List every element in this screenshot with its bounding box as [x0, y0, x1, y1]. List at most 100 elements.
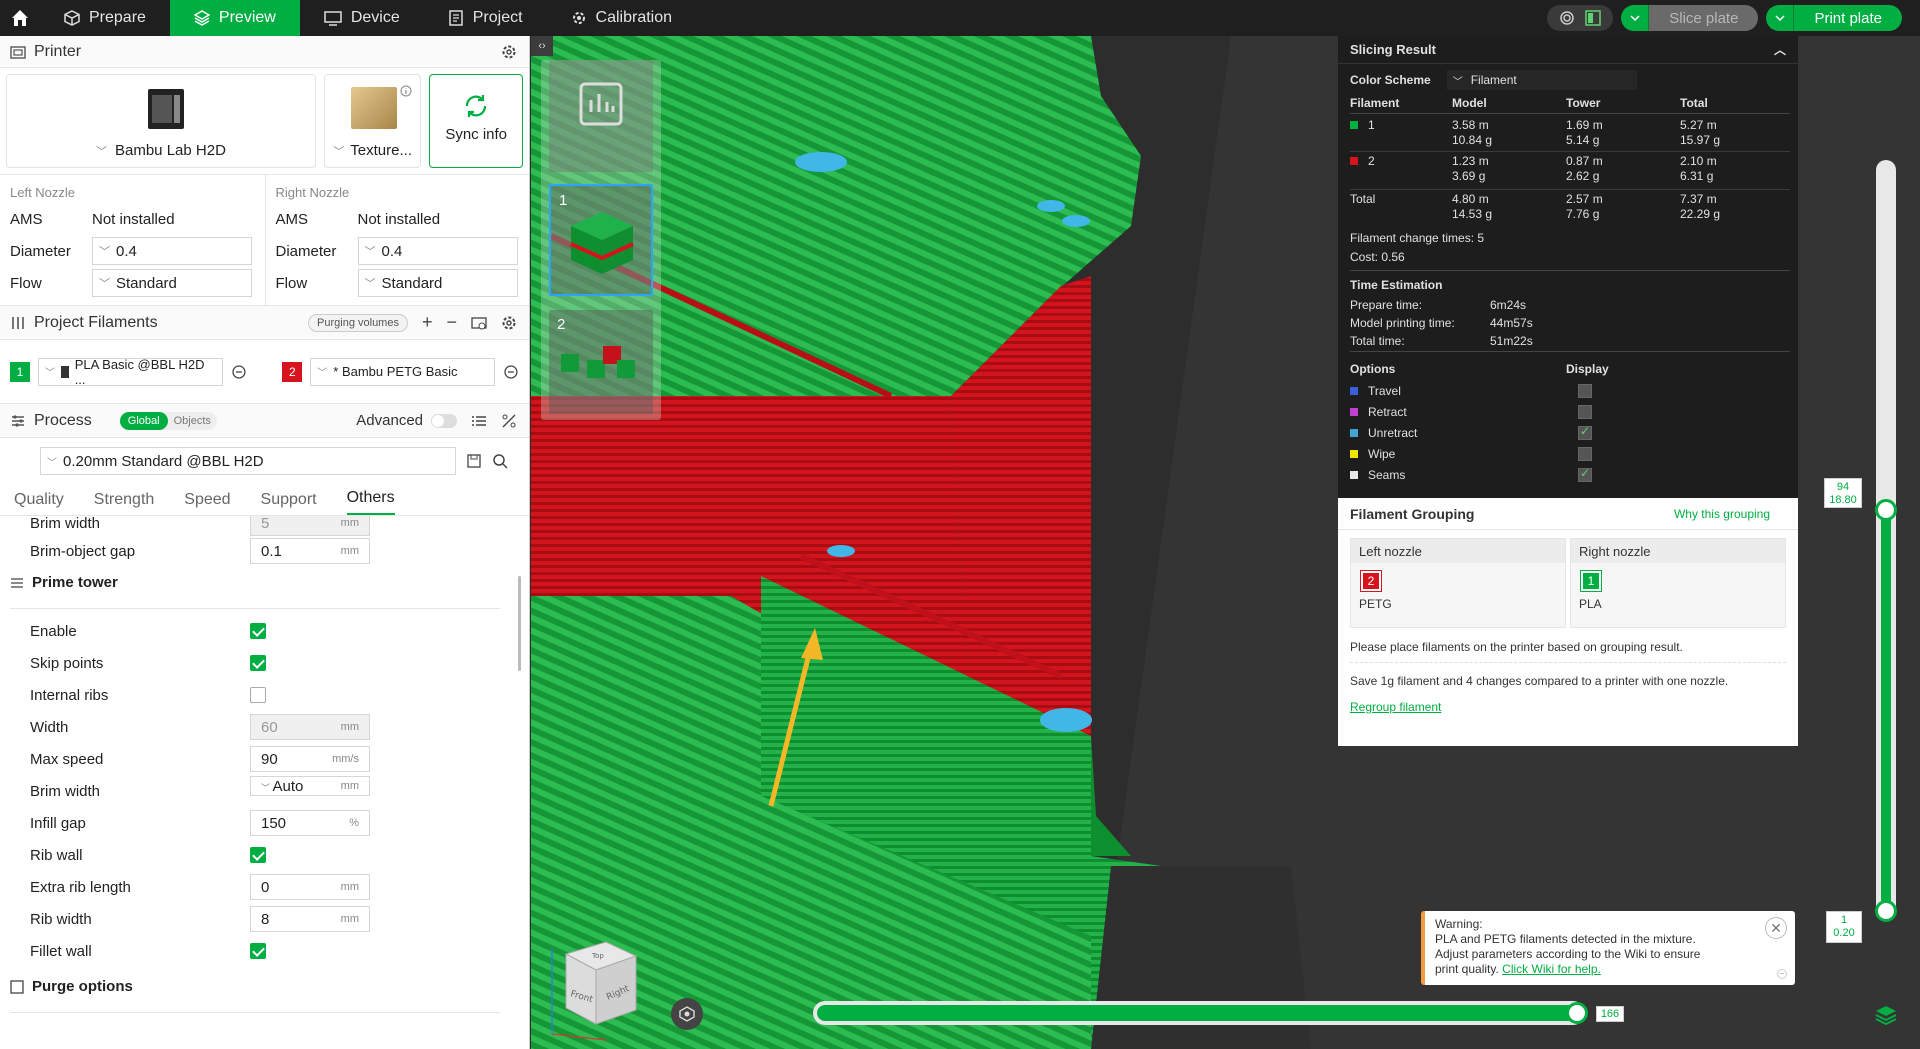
- chevron-down-icon[interactable]: [1621, 5, 1650, 31]
- tab-project[interactable]: Project: [424, 0, 547, 36]
- global-toggle[interactable]: Global: [119, 411, 168, 430]
- purging-volumes-button[interactable]: Purging volumes: [308, 313, 408, 332]
- enable-checkbox[interactable]: [250, 623, 266, 639]
- sync-ams-icon[interactable]: [471, 315, 487, 331]
- move-progress-handle[interactable]: [1566, 1002, 1588, 1024]
- printer-select-card[interactable]: ﹀ Bambu Lab H2D: [6, 74, 316, 168]
- list-icon[interactable]: [471, 413, 487, 429]
- extra-rib-length-input[interactable]: 0 mm: [250, 874, 370, 900]
- layers-toggle-icon[interactable]: [1874, 1003, 1898, 1027]
- tab-preview[interactable]: Preview: [169, 0, 300, 36]
- left-flow-select[interactable]: ﹀ Standard: [92, 269, 252, 297]
- move-progress-slider[interactable]: [817, 1005, 1579, 1021]
- printer-image-icon: [148, 89, 184, 129]
- tab-strength[interactable]: Strength: [94, 491, 154, 515]
- filament-2-options-icon[interactable]: [503, 364, 519, 380]
- unit-label: mm: [340, 780, 359, 792]
- row-1-tower-weight: 5.14 g: [1566, 133, 1600, 147]
- brim-width-select[interactable]: ﹀ Auto mm: [250, 776, 370, 796]
- tab-prepare[interactable]: Prepare: [40, 0, 170, 36]
- seams-checkbox[interactable]: [1578, 466, 1592, 482]
- add-icon[interactable]: +: [422, 312, 433, 333]
- tab-support[interactable]: Support: [261, 491, 317, 515]
- tab-quality[interactable]: Quality: [14, 491, 64, 515]
- tab-device[interactable]: Device: [300, 0, 424, 36]
- travel-checkbox[interactable]: [1578, 384, 1592, 398]
- fillet-wall-checkbox[interactable]: [250, 943, 266, 959]
- minimize-icon[interactable]: −: [1777, 969, 1787, 979]
- sync-info-button[interactable]: Sync info: [429, 74, 523, 168]
- right-nozzle-title: Right Nozzle: [275, 184, 350, 200]
- settings-icon[interactable]: [501, 315, 517, 331]
- scrollbar[interactable]: [518, 576, 521, 671]
- bottom-layer-height: 0.20: [1833, 927, 1855, 939]
- brim-object-gap-label: Brim-object gap: [30, 542, 136, 560]
- plate-select-card[interactable]: ﹀ Texture...: [323, 74, 422, 168]
- layer-range-slider[interactable]: [1881, 510, 1891, 910]
- unit-label: mm: [340, 545, 359, 557]
- view-cube-top-label: Top: [591, 952, 604, 960]
- unretract-checkbox[interactable]: [1578, 424, 1592, 440]
- filament-2-select[interactable]: ﹀ * Bambu PETG Basic: [310, 357, 496, 386]
- tab-others[interactable]: Others: [346, 489, 395, 515]
- internal-ribs-checkbox[interactable]: [250, 687, 266, 703]
- percent-icon[interactable]: [501, 413, 517, 429]
- left-diameter-select[interactable]: ﹀ 0.4: [92, 237, 252, 265]
- right-ams-value: Not installed: [357, 210, 441, 228]
- remove-icon[interactable]: −: [446, 312, 457, 333]
- camera-reset-icon[interactable]: [671, 998, 703, 1030]
- tab-calibration[interactable]: Calibration: [547, 0, 696, 36]
- filament-grouping-title: Filament Grouping: [1350, 505, 1475, 522]
- layout-icon[interactable]: [1585, 10, 1601, 26]
- regroup-filament-link[interactable]: Regroup filament: [1350, 700, 1441, 714]
- summary-thumbnail[interactable]: [549, 60, 653, 172]
- width-input[interactable]: 60 mm: [250, 714, 370, 740]
- chevron-down-icon[interactable]: [1766, 5, 1795, 31]
- home-icon[interactable]: [0, 0, 40, 36]
- advanced-switch[interactable]: [431, 413, 457, 428]
- tab-speed[interactable]: Speed: [184, 491, 230, 515]
- collapse-icon[interactable]: ︿: [1774, 41, 1786, 58]
- brim-object-gap-input[interactable]: 0.1 mm: [250, 538, 370, 564]
- brim-width-top-input[interactable]: 5 mm: [250, 516, 370, 536]
- infill-gap-input[interactable]: 150%: [250, 810, 370, 836]
- filaments-section-header: Project Filaments Purging volumes + −: [0, 306, 529, 340]
- info-icon[interactable]: [400, 85, 412, 97]
- row-2-tower-length: 0.87 m: [1566, 154, 1603, 168]
- retract-checkbox[interactable]: [1578, 405, 1592, 419]
- printer-icon: [10, 45, 26, 59]
- plate-1-thumbnail[interactable]: 1: [549, 184, 653, 296]
- filament-change-times: Filament change times: 5: [1350, 231, 1485, 245]
- filament-1-select[interactable]: ﹀ PLA Basic @BBL H2D ...: [37, 357, 223, 387]
- save-icon[interactable]: [466, 453, 482, 469]
- search-icon[interactable]: [492, 453, 508, 469]
- bottom-layer-handle[interactable]: [1875, 900, 1897, 922]
- skip-points-checkbox[interactable]: [250, 655, 266, 671]
- rib-wall-checkbox[interactable]: [250, 847, 266, 863]
- why-grouping-link[interactable]: Why this grouping: [1674, 507, 1770, 521]
- right-diameter-select[interactable]: ﹀ 0.4: [357, 237, 518, 265]
- wiki-help-link[interactable]: Click Wiki for help.: [1502, 962, 1601, 976]
- view-cube[interactable]: Top Front Right: [546, 934, 656, 1044]
- max-speed-input[interactable]: 90 mm/s: [250, 746, 370, 772]
- right-flow-select[interactable]: ﹀ Standard: [357, 269, 518, 297]
- plate-1-cube-icon: [570, 212, 634, 274]
- print-plate-button[interactable]: Print plate: [1766, 5, 1902, 31]
- rib-width-input[interactable]: 8 mm: [250, 906, 370, 932]
- plate-2-thumbnail[interactable]: 2: [549, 310, 653, 414]
- objects-toggle[interactable]: Objects: [168, 412, 217, 430]
- wipe-checkbox[interactable]: [1578, 447, 1592, 461]
- filament-1-options-icon[interactable]: [231, 364, 247, 380]
- global-objects-toggle[interactable]: Global Objects: [119, 411, 217, 430]
- filament-1-chip[interactable]: 1: [10, 361, 30, 382]
- color-scheme-label: Color Scheme: [1350, 73, 1431, 87]
- close-icon[interactable]: ✕: [1765, 917, 1787, 939]
- process-preset-select[interactable]: ﹀ 0.20mm Standard @BBL H2D: [40, 447, 456, 475]
- filament-2-chip[interactable]: 2: [282, 361, 303, 382]
- settings-icon[interactable]: [501, 44, 517, 60]
- collapse-sidebar-icon[interactable]: ‹›: [531, 36, 553, 56]
- color-scheme-select[interactable]: ﹀ Filament: [1446, 70, 1637, 90]
- target-icon[interactable]: [1559, 10, 1575, 26]
- top-layer-handle[interactable]: [1875, 499, 1897, 521]
- slice-plate-button[interactable]: Slice plate: [1621, 5, 1759, 31]
